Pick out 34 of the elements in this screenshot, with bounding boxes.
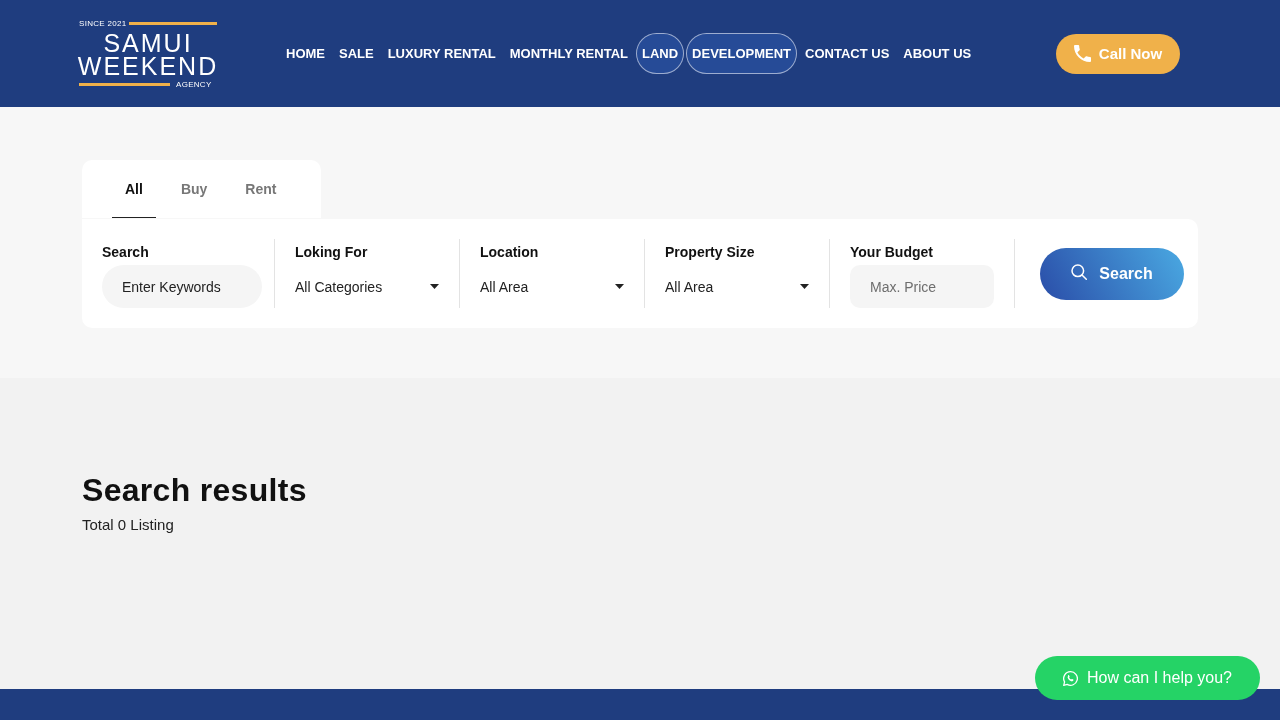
dropdown-select[interactable]: All Area bbox=[480, 265, 625, 308]
logo-text: WEEKEND bbox=[77, 54, 219, 78]
nav-link[interactable]: MONTHLY RENTAL bbox=[503, 33, 634, 74]
caret-icon bbox=[615, 284, 624, 289]
tab[interactable]: All bbox=[112, 160, 156, 218]
logo-text: SAMUI bbox=[103, 31, 193, 55]
field-label: Property Size bbox=[665, 243, 755, 262]
search-button[interactable]: Search bbox=[1040, 247, 1184, 300]
nav-link[interactable]: DEVELOPMENT bbox=[686, 33, 798, 74]
dropdown-select[interactable]: All Categories bbox=[295, 265, 440, 308]
field-label: Location bbox=[480, 243, 539, 262]
nav-link[interactable]: LUXURY RENTAL bbox=[381, 33, 502, 74]
caret-icon bbox=[430, 284, 439, 289]
nav-link[interactable]: HOME bbox=[280, 33, 331, 74]
caret-icon bbox=[800, 284, 809, 289]
results-heading: Search results bbox=[82, 472, 307, 508]
nav-link[interactable]: LAND bbox=[636, 33, 685, 74]
field-label: Your Budget bbox=[850, 243, 933, 262]
results-count-text: Total 0 Listing bbox=[82, 515, 174, 535]
nav-link[interactable]: ABOUT US bbox=[897, 33, 978, 74]
keyword-field[interactable]: Enter Keywords bbox=[102, 265, 262, 308]
chat-bubble-icon bbox=[1063, 670, 1078, 686]
logo-tagline-text: AGENCY bbox=[176, 79, 212, 89]
tab[interactable]: Buy bbox=[167, 160, 221, 218]
phone-icon bbox=[1073, 45, 1091, 62]
nav-link[interactable]: SALE bbox=[333, 33, 380, 74]
field-label: Search bbox=[102, 243, 149, 262]
budget-field[interactable]: Max. Price bbox=[850, 265, 994, 308]
nav-link[interactable]: CONTACT US bbox=[799, 33, 896, 74]
field-label: Loking For bbox=[295, 243, 368, 262]
search-icon bbox=[1071, 263, 1088, 280]
logo-since-text: SINCE 2021 bbox=[79, 18, 127, 28]
dropdown-select[interactable]: All Area bbox=[665, 265, 810, 308]
tab[interactable]: Rent bbox=[232, 160, 290, 218]
